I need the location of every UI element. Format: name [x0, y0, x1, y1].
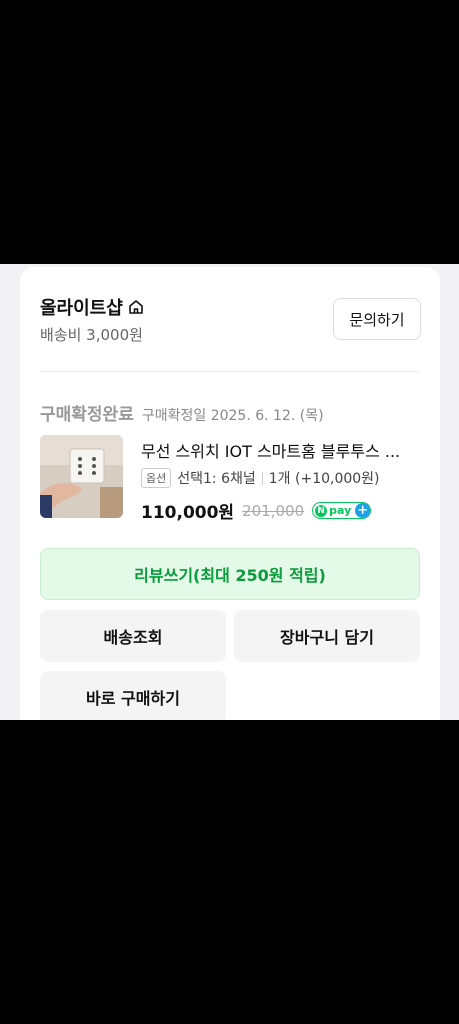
add-to-cart-button[interactable]: 장바구니 담기: [234, 610, 420, 662]
divider: [40, 371, 420, 372]
order-status: 구매확정완료: [40, 405, 134, 425]
option-tag: 옵션: [141, 468, 172, 488]
product-option-line: 옵션 선택1: 6채널 1개 (+10,000원): [141, 468, 380, 488]
plus-icon: +: [355, 503, 371, 518]
order-screen: 올라이트샵 배송비 3,000원 문의하기 구매확정완료 구매확정일 2025.…: [0, 264, 459, 720]
write-review-button[interactable]: 리뷰쓰기(최대 250원 적립): [40, 548, 420, 600]
npay-plus-badge: N pay +: [312, 502, 372, 519]
product-thumbnail[interactable]: [40, 435, 123, 518]
price: 110,000원: [141, 503, 235, 523]
separator: [261, 471, 263, 485]
price-line: 110,000원 201,000 N pay +: [141, 498, 372, 523]
order-card: 올라이트샵 배송비 3,000원 문의하기 구매확정완료 구매확정일 2025.…: [20, 267, 440, 720]
shipping-fee: 배송비 3,000원: [40, 326, 143, 344]
inquiry-button[interactable]: 문의하기: [333, 298, 421, 340]
confirm-date: 구매확정일 2025. 6. 12. (목): [141, 408, 324, 424]
home-icon: [127, 298, 145, 316]
original-price: 201,000: [242, 501, 305, 520]
order-status-line: 구매확정완료 구매확정일 2025. 6. 12. (목): [40, 400, 324, 425]
buy-now-button[interactable]: 바로 구매하기: [40, 671, 226, 720]
option-value: 선택1: 6채널: [177, 471, 256, 487]
product-title[interactable]: 무선 스위치 IOT 스마트홈 블루투스 ...: [141, 438, 421, 462]
npay-logo-icon: N: [315, 504, 328, 517]
quantity: 1개 (+10,000원): [268, 471, 380, 487]
npay-text: pay: [329, 504, 352, 517]
track-delivery-button[interactable]: 배송조회: [40, 610, 226, 662]
store-name-link[interactable]: 올라이트샵: [40, 294, 145, 320]
store-name: 올라이트샵: [40, 298, 123, 319]
